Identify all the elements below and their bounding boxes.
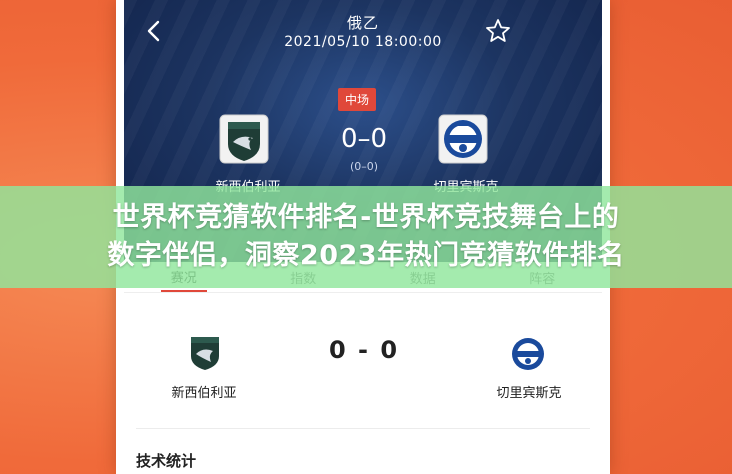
chelyabinsk-crest-icon [438, 114, 488, 164]
headline-line-2: 数字伴侣，洞察2023年热门竞猜软件排名 [107, 240, 625, 271]
stats-section-title: 技术统计 [136, 452, 197, 470]
league-name: 俄乙 [346, 14, 379, 32]
star-outline-icon[interactable] [484, 17, 512, 45]
match-score: 0–0 [340, 124, 388, 154]
novosibirsk-crest-icon [191, 337, 219, 370]
match-status-badge: 中场 [338, 88, 377, 111]
summary-score: 0 - 0 [328, 336, 400, 364]
match-datetime: 2021/05/10 18:00:00 [284, 34, 442, 50]
match-summary: 0 - 0 新西伯利亚 切里宾斯克 [124, 322, 602, 412]
summary-home-team: 新西伯利亚 [171, 386, 237, 401]
half-time-score: (0–0) [349, 160, 379, 173]
novosibirsk-crest-icon [219, 114, 269, 164]
chelyabinsk-crest-icon [512, 338, 544, 370]
summary-away-team: 切里宾斯克 [496, 386, 562, 401]
headline-line-1: 世界杯竞猜软件排名-世界杯竞技舞台上的 [112, 202, 620, 233]
section-divider [136, 428, 590, 429]
headline-banner: 世界杯竞猜软件排名-世界杯竞技舞台上的 数字伴侣，洞察2023年热门竞猜软件排名 [0, 186, 732, 288]
